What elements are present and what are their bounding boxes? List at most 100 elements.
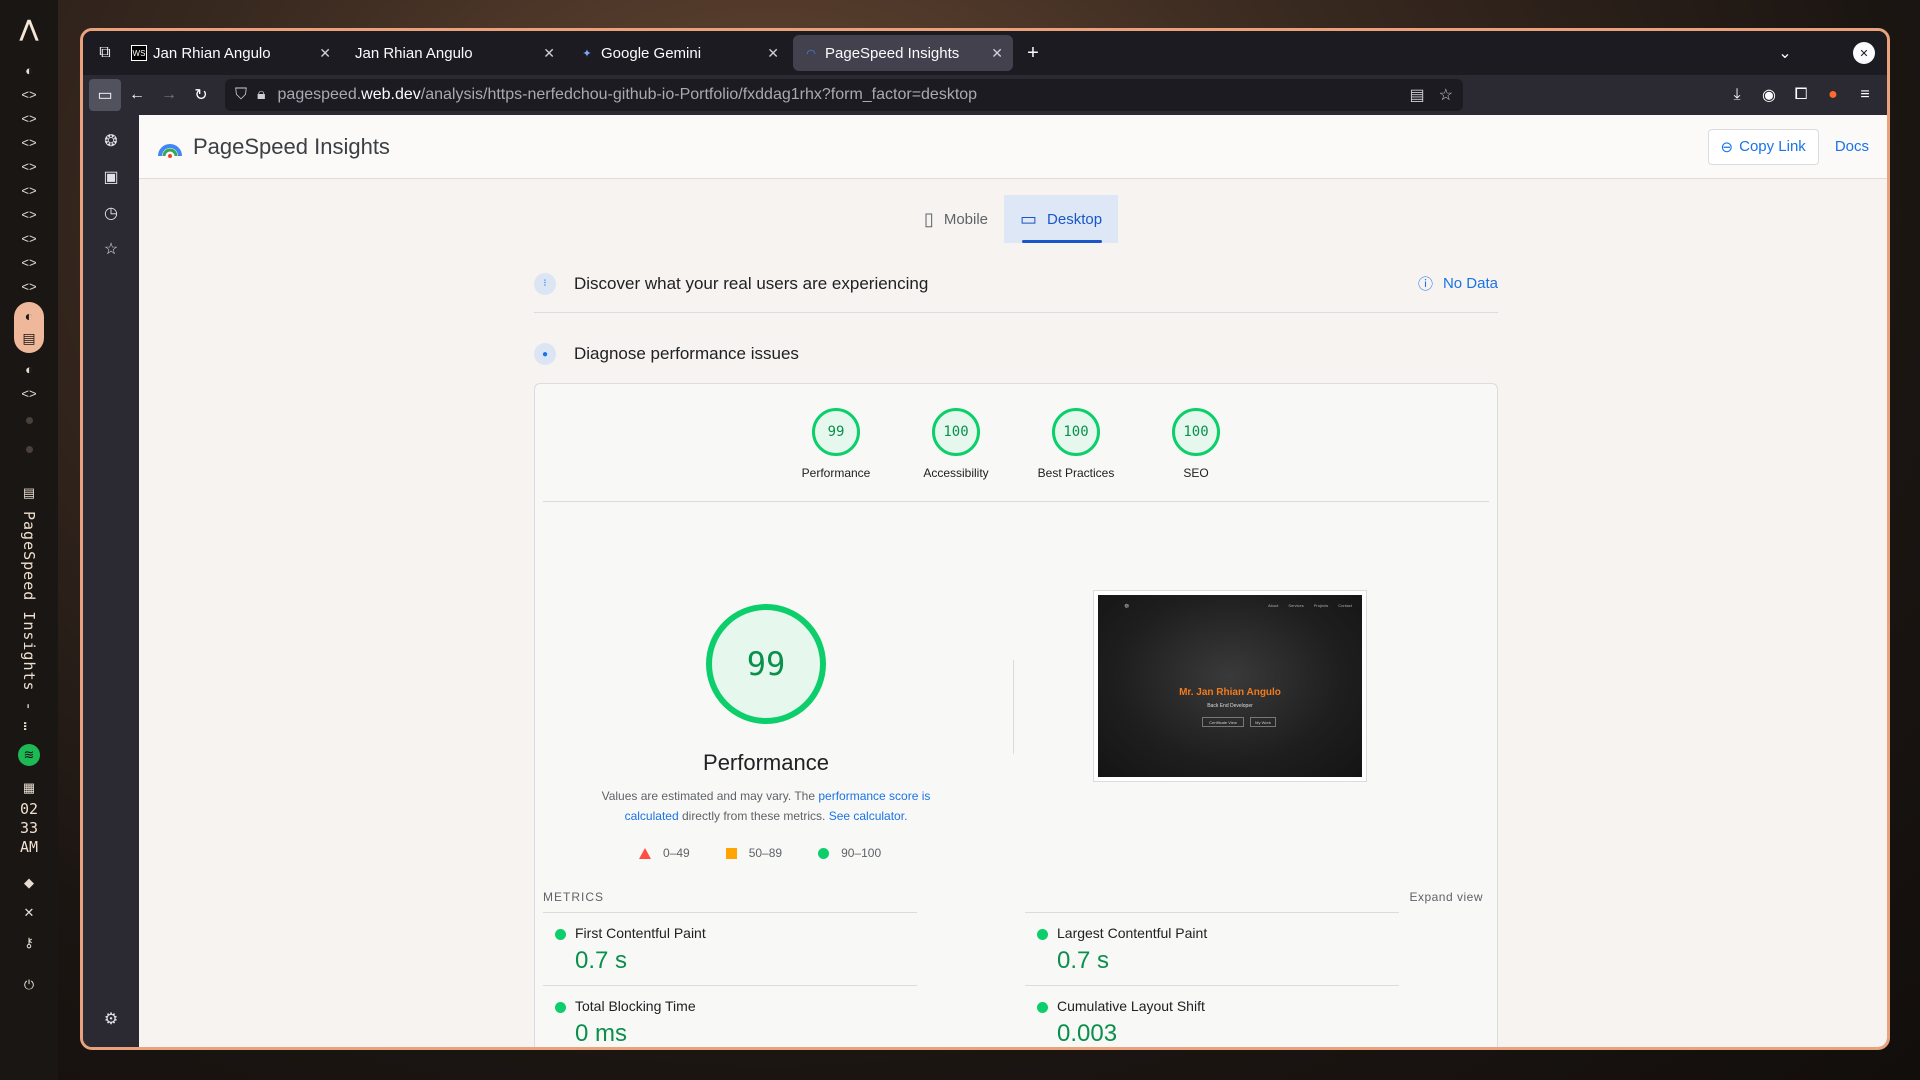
form-factor-tabs: ▯ Mobile ▭ Desktop bbox=[139, 195, 1887, 243]
workspace-moon-icon[interactable]: ◐ bbox=[0, 357, 58, 381]
sidebar-toggle-icon[interactable]: ▭ bbox=[89, 79, 121, 111]
active-window-title: PageSpeed Insights - … bbox=[20, 511, 38, 732]
score-disclaimer: Values are estimated and may vary. The p… bbox=[585, 786, 947, 826]
gauge-best-practices[interactable]: 100 Best Practices bbox=[1037, 408, 1115, 501]
back-icon[interactable]: ← bbox=[121, 79, 153, 111]
tab-pagespeed-insights[interactable]: ◠ PageSpeed Insights ✕ bbox=[793, 35, 1013, 71]
gauge-score: 100 bbox=[1172, 408, 1220, 456]
active-workspace-pill[interactable]: ◐ ▤ bbox=[14, 302, 44, 353]
reload-icon[interactable]: ↻ bbox=[185, 79, 217, 111]
expand-view-button[interactable]: Expand view bbox=[1409, 890, 1483, 904]
lab-data-section: ● Diagnose performance issues bbox=[534, 343, 1498, 365]
gauge-accessibility[interactable]: 100 Accessibility bbox=[917, 408, 995, 501]
screenshot-subtitle: Back End Developer bbox=[1207, 703, 1253, 709]
category-gauges: 99 Performance 100 Accessibility 100 Bes… bbox=[543, 384, 1489, 502]
workspace-code-icon[interactable]: <> bbox=[0, 178, 58, 202]
performance-score-gauge: 99 bbox=[706, 604, 826, 724]
workspace-code-icon[interactable]: <> bbox=[0, 381, 58, 405]
spotify-icon[interactable]: ≋ bbox=[18, 743, 40, 766]
see-calculator-link[interactable]: See calculator. bbox=[829, 809, 908, 823]
lock-icon[interactable]: 🔒︎ bbox=[257, 86, 266, 104]
calendar-icon[interactable]: ▦ bbox=[0, 776, 58, 800]
new-tab-icon[interactable]: + bbox=[1017, 37, 1049, 69]
extension-avatar-icon[interactable]: ● bbox=[1817, 79, 1849, 111]
vertical-divider bbox=[1013, 660, 1014, 754]
close-tab-icon[interactable]: ✕ bbox=[767, 45, 779, 62]
workspace-code-icon[interactable]: <> bbox=[0, 82, 58, 106]
url-bar[interactable]: ⛉ 🔒︎ pagespeed. web.dev/analysis/https-ne… bbox=[225, 79, 1463, 111]
workspace-code-icon[interactable]: <> bbox=[0, 130, 58, 154]
extensions-icon[interactable]: ⧠ bbox=[1785, 79, 1817, 111]
menu-icon[interactable]: ≡ bbox=[1849, 79, 1881, 111]
metrics-heading: METRICS bbox=[543, 890, 604, 904]
no-data-link[interactable]: ⓘ No Data bbox=[1418, 273, 1498, 294]
history-icon[interactable]: ◷ bbox=[95, 197, 127, 229]
tab-google-gemini[interactable]: ✦ Google Gemini ✕ bbox=[569, 35, 789, 71]
reader-view-icon[interactable]: ▤ bbox=[1410, 85, 1425, 105]
tab-mobile[interactable]: ▯ Mobile bbox=[908, 195, 1004, 243]
tab-jan-rhian-angulo-1[interactable]: WS Jan Rhian Angulo ✕ bbox=[121, 35, 341, 71]
fail-triangle-icon bbox=[639, 847, 651, 859]
workspace-code-icon[interactable]: <> bbox=[0, 274, 58, 298]
close-tab-icon[interactable]: ✕ bbox=[319, 45, 331, 62]
workspace-dot[interactable] bbox=[25, 446, 33, 453]
score-legend: 0–49 50–89 90–100 bbox=[639, 846, 881, 860]
key-icon[interactable]: ⚷ bbox=[0, 931, 58, 955]
tracking-shield-icon[interactable]: ⛉ bbox=[235, 86, 247, 104]
browser-sidebar: ❂ ▣ ◷ ☆ ⚙ bbox=[83, 115, 139, 1047]
workspace-code-icon[interactable]: <> bbox=[0, 226, 58, 250]
diagnose-heading: Diagnose performance issues bbox=[574, 344, 799, 363]
workspace-moon-icon[interactable]: ◐ bbox=[0, 58, 58, 82]
tab-title: Google Gemini bbox=[601, 44, 702, 62]
close-tab-icon[interactable]: ✕ bbox=[543, 45, 555, 62]
metric-name: Cumulative Layout Shift bbox=[1057, 998, 1205, 1014]
desktop-icon: ▭ bbox=[1020, 208, 1038, 229]
wifi-icon[interactable]: ◆ bbox=[0, 871, 58, 895]
url-host: web.dev bbox=[361, 86, 421, 103]
docs-link[interactable]: Docs bbox=[1835, 138, 1869, 155]
workspace-dot[interactable] bbox=[25, 417, 33, 424]
clock-minute: 33 bbox=[19, 818, 39, 837]
ai-chatbot-icon[interactable]: ❂ bbox=[95, 125, 127, 157]
diagnose-icon: ● bbox=[534, 343, 556, 365]
forward-icon[interactable]: → bbox=[153, 79, 185, 111]
bluetooth-off-icon[interactable]: ✕ bbox=[0, 901, 58, 925]
tab-title: Jan Rhian Angulo bbox=[153, 44, 271, 62]
close-tab-icon[interactable]: ✕ bbox=[991, 45, 1003, 62]
site-logo-icon: ☸ bbox=[1124, 604, 1130, 610]
metric-name: Largest Contentful Paint bbox=[1057, 925, 1208, 941]
workspace-code-icon[interactable]: <> bbox=[0, 106, 58, 130]
metric-value: 0.003 bbox=[1057, 1020, 1118, 1047]
psi-logo[interactable]: PageSpeed Insights bbox=[157, 134, 390, 160]
tab-jan-rhian-angulo-2[interactable]: Jan Rhian Angulo ✕ bbox=[345, 35, 565, 71]
tab-overview-icon[interactable]: ⧉ bbox=[89, 37, 121, 69]
tab-desktop[interactable]: ▭ Desktop bbox=[1004, 195, 1119, 243]
bookmarks-icon[interactable]: ☆ bbox=[95, 233, 127, 265]
workspace-code-icon[interactable]: <> bbox=[0, 250, 58, 274]
downloads-icon[interactable]: ⤓ bbox=[1721, 79, 1753, 111]
metric-value: 0.7 s bbox=[1057, 947, 1110, 974]
performance-title: Performance bbox=[703, 750, 829, 775]
gauge-performance[interactable]: 99 Performance bbox=[797, 408, 875, 501]
window-icon: ▤ bbox=[22, 485, 36, 500]
url-prefix: pagespeed. bbox=[277, 86, 362, 103]
list-all-tabs-icon[interactable]: ⌄ bbox=[1769, 37, 1801, 69]
tab-title: Jan Rhian Angulo bbox=[355, 44, 473, 62]
power-icon[interactable]: ⏻ bbox=[0, 973, 58, 997]
copy-link-button[interactable]: ⊖ Copy Link bbox=[1707, 128, 1819, 165]
psi-title: PageSpeed Insights bbox=[193, 133, 390, 159]
workspace-code-icon[interactable]: <> bbox=[0, 154, 58, 178]
final-screenshot[interactable]: ☸ About Services Projects Contact Mr. Ja… bbox=[1093, 590, 1367, 782]
workspace-code-icon[interactable]: <> bbox=[0, 202, 58, 226]
bookmark-star-icon[interactable]: ☆ bbox=[1439, 85, 1453, 105]
window-close-icon[interactable]: ✕ bbox=[1853, 42, 1875, 64]
sidebar-settings-icon[interactable]: ⚙ bbox=[95, 1003, 127, 1035]
pagespeed-logo-icon bbox=[158, 143, 182, 158]
synced-tabs-icon[interactable]: ▣ bbox=[95, 161, 127, 193]
gauge-seo[interactable]: 100 SEO bbox=[1157, 408, 1235, 501]
webstorm-icon: WS bbox=[131, 45, 147, 61]
arch-logo-icon[interactable]: ⋀ bbox=[0, 14, 58, 44]
account-icon[interactable]: ◉ bbox=[1753, 79, 1785, 111]
url-path: /analysis/https-nerfedchou-github-io-Por… bbox=[420, 86, 978, 103]
tab-desktop-label: Desktop bbox=[1047, 210, 1103, 228]
